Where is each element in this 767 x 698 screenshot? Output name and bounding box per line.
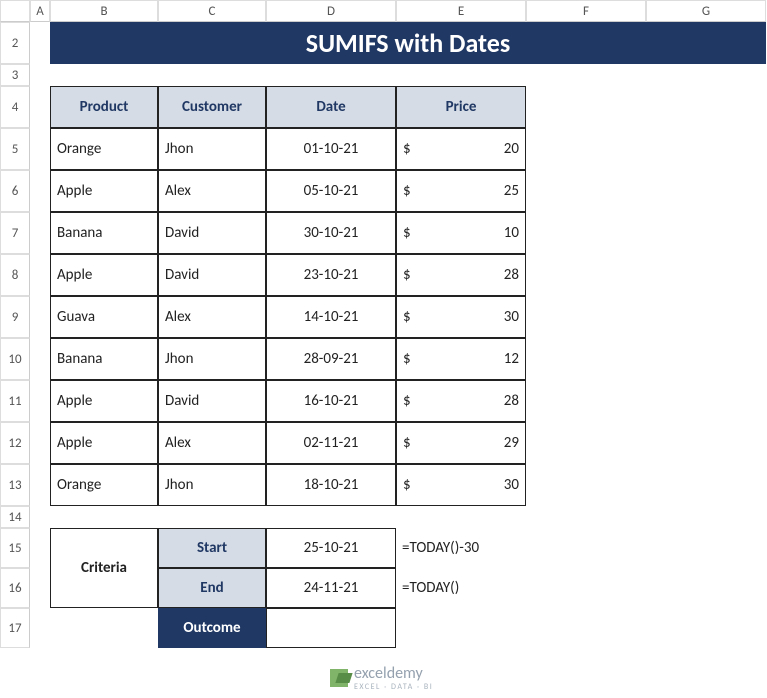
cell-customer[interactable]: David — [158, 212, 266, 254]
cell-price[interactable]: $10 — [396, 212, 526, 254]
cell-date[interactable]: 30-10-21 — [266, 212, 396, 254]
col-price[interactable]: Price — [396, 86, 526, 128]
price-value: 28 — [504, 392, 519, 410]
watermark: exceldemy EXCEL · DATA · BI — [330, 664, 433, 691]
currency-symbol: $ — [403, 392, 411, 410]
outcome-label[interactable]: Outcome — [158, 608, 266, 648]
cell-customer[interactable]: David — [158, 254, 266, 296]
col-product[interactable]: Product — [50, 86, 158, 128]
col-customer[interactable]: Customer — [158, 86, 266, 128]
criteria-end-label[interactable]: End — [158, 568, 266, 608]
row-header[interactable]: 16 — [0, 568, 30, 608]
col-header[interactable]: G — [646, 0, 766, 22]
cell-product[interactable]: Orange — [50, 464, 158, 506]
row-header[interactable]: 15 — [0, 528, 30, 568]
cell-date[interactable]: 01-10-21 — [266, 128, 396, 170]
row-header[interactable]: 14 — [0, 506, 30, 528]
currency-symbol: $ — [403, 308, 411, 326]
row-header[interactable]: 17 — [0, 608, 30, 648]
col-header[interactable]: B — [50, 0, 158, 22]
row-header[interactable]: 11 — [0, 380, 30, 422]
cell-price[interactable]: $12 — [396, 338, 526, 380]
price-value: 30 — [504, 308, 519, 326]
col-header[interactable]: C — [158, 0, 266, 22]
row-header[interactable]: 9 — [0, 296, 30, 338]
currency-symbol: $ — [403, 434, 411, 452]
criteria-start-formula[interactable]: =TODAY()-30 — [396, 528, 526, 568]
row-header[interactable]: 7 — [0, 212, 30, 254]
cell-date[interactable]: 14-10-21 — [266, 296, 396, 338]
watermark-sub: EXCEL · DATA · BI — [354, 683, 433, 691]
cell-customer[interactable]: Alex — [158, 422, 266, 464]
page-title: SUMIFS with Dates — [50, 22, 766, 64]
criteria-end-formula[interactable]: =TODAY() — [396, 568, 526, 608]
currency-symbol: $ — [403, 476, 411, 494]
row-header[interactable]: 8 — [0, 254, 30, 296]
cell-date[interactable]: 18-10-21 — [266, 464, 396, 506]
col-header[interactable]: D — [266, 0, 396, 22]
cell-customer[interactable]: Alex — [158, 296, 266, 338]
cell-product[interactable]: Banana — [50, 212, 158, 254]
cell-product[interactable]: Apple — [50, 422, 158, 464]
row-header[interactable]: 4 — [0, 86, 30, 128]
cell-price[interactable]: $30 — [396, 296, 526, 338]
cell-product[interactable]: Banana — [50, 338, 158, 380]
price-value: 25 — [504, 182, 519, 200]
cell-price[interactable]: $28 — [396, 380, 526, 422]
currency-symbol: $ — [403, 182, 411, 200]
price-value: 29 — [504, 434, 519, 452]
cell-product[interactable]: Apple — [50, 380, 158, 422]
cell-date[interactable]: 02-11-21 — [266, 422, 396, 464]
row-header[interactable]: 10 — [0, 338, 30, 380]
outcome-value[interactable] — [266, 608, 396, 648]
cell-customer[interactable]: Jhon — [158, 128, 266, 170]
criteria-start-label[interactable]: Start — [158, 528, 266, 568]
col-header[interactable]: A — [30, 0, 50, 22]
currency-symbol: $ — [403, 266, 411, 284]
criteria-label[interactable]: Criteria — [50, 528, 158, 608]
price-value: 10 — [504, 224, 519, 242]
currency-symbol: $ — [403, 224, 411, 242]
cell-customer[interactable]: Jhon — [158, 464, 266, 506]
cell-price[interactable]: $20 — [396, 128, 526, 170]
col-date[interactable]: Date — [266, 86, 396, 128]
cell-product[interactable]: Orange — [50, 128, 158, 170]
cell-price[interactable]: $29 — [396, 422, 526, 464]
currency-symbol: $ — [403, 350, 411, 368]
price-value: 12 — [504, 350, 519, 368]
price-value: 28 — [504, 266, 519, 284]
row-header[interactable]: 6 — [0, 170, 30, 212]
cell-price[interactable]: $25 — [396, 170, 526, 212]
watermark-brand: exceldemy — [354, 664, 423, 683]
price-value: 30 — [504, 476, 519, 494]
cell-date[interactable]: 28-09-21 — [266, 338, 396, 380]
cell-product[interactable]: Apple — [50, 254, 158, 296]
cell-date[interactable]: 23-10-21 — [266, 254, 396, 296]
cell-date[interactable]: 16-10-21 — [266, 380, 396, 422]
price-value: 20 — [504, 140, 519, 158]
cell-price[interactable]: $28 — [396, 254, 526, 296]
row-header[interactable]: 2 — [0, 22, 30, 64]
cell-customer[interactable]: Alex — [158, 170, 266, 212]
cell-customer[interactable]: Jhon — [158, 338, 266, 380]
cell-date[interactable]: 05-10-21 — [266, 170, 396, 212]
corner-cell — [0, 0, 30, 22]
excel-icon — [330, 669, 348, 687]
cell-price[interactable]: $30 — [396, 464, 526, 506]
col-header[interactable]: F — [526, 0, 646, 22]
row-header[interactable]: 13 — [0, 464, 30, 506]
row-header[interactable]: 3 — [0, 64, 30, 86]
cell-customer[interactable]: David — [158, 380, 266, 422]
col-header[interactable]: E — [396, 0, 526, 22]
row-header[interactable]: 5 — [0, 128, 30, 170]
cell-product[interactable]: Guava — [50, 296, 158, 338]
currency-symbol: $ — [403, 140, 411, 158]
cell-product[interactable]: Apple — [50, 170, 158, 212]
row-header[interactable]: 12 — [0, 422, 30, 464]
criteria-start-value[interactable]: 25-10-21 — [266, 528, 396, 568]
criteria-end-value[interactable]: 24-11-21 — [266, 568, 396, 608]
